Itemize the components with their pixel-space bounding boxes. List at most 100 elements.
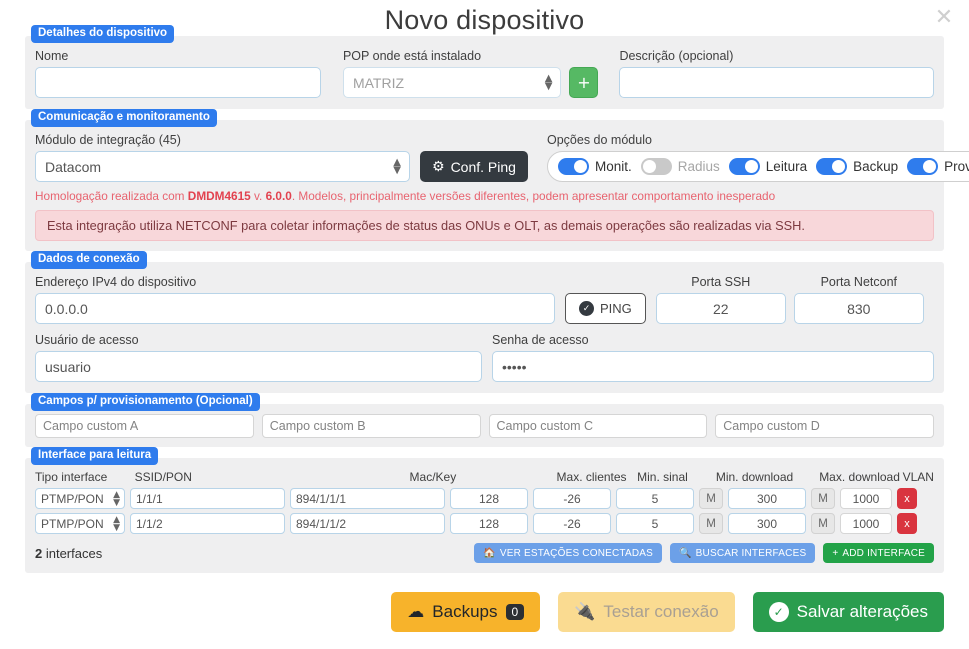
description-input[interactable] (619, 67, 934, 98)
row1-maxdownload-input[interactable] (728, 513, 806, 534)
row1-max-unit[interactable]: M (811, 513, 835, 534)
user-input[interactable] (35, 351, 482, 382)
toggle-monit-label: Monit. (595, 159, 632, 174)
ip-field-group: Endereço IPv4 do dispositivo (35, 275, 555, 324)
ping-label: PING (600, 301, 632, 316)
row1-ssid-wrap (130, 513, 285, 534)
row0-ssid-input[interactable] (130, 488, 285, 509)
custom-field-b[interactable] (261, 414, 481, 438)
row1-min-unit[interactable]: M (699, 513, 723, 534)
row0-mackey-input[interactable] (290, 488, 445, 509)
connection-section: Dados de conexão Endereço IPv4 do dispos… (25, 251, 944, 393)
row0-vlan-input[interactable] (840, 488, 892, 509)
plus-icon: + (832, 547, 839, 559)
row1-mindownload-input[interactable] (616, 513, 694, 534)
password-field-group: Senha de acesso (491, 333, 934, 382)
row0-max-unit[interactable]: M (811, 488, 835, 509)
device-details-legend: Detalhes do dispositivo (31, 25, 175, 43)
custom-field-a[interactable] (35, 414, 254, 438)
ip-label: Endereço IPv4 do dispositivo (35, 275, 197, 289)
row1-vlan-input[interactable] (840, 513, 892, 534)
row1-mackey-wrap (290, 513, 445, 534)
row0-vlan-wrap (840, 488, 892, 509)
plug-icon: 🔌 (574, 602, 596, 621)
toggle-radius-label: Radius (677, 159, 720, 174)
toggle-leitura-label: Leitura (765, 159, 808, 174)
modal-footer: ☁ Backups 0 🔌 Testar conexão ✓ Salvar al… (0, 584, 969, 632)
pop-select[interactable]: MATRIZ (342, 67, 562, 98)
row1-minsignal-input[interactable] (533, 513, 611, 534)
row1-maxclients-wrap (450, 513, 528, 534)
interfaces-count: 2 interfaces (35, 546, 102, 561)
custom-field-c[interactable] (488, 414, 708, 438)
interfaces-table-header: Tipo interface SSID/PON Mac/Key Max. cli… (35, 470, 934, 484)
conf-ping-button[interactable]: ⚙ Conf. Ping (420, 151, 528, 182)
integration-alert: Esta integração utiliza NETCONF para col… (35, 210, 934, 241)
col-header-ssid: SSID/PON (134, 470, 192, 484)
toggle-leitura[interactable] (728, 158, 760, 175)
gear-icon: ⚙ (432, 158, 445, 175)
toggle-provis[interactable] (907, 158, 939, 175)
save-button[interactable]: ✓ Salvar alterações (752, 592, 944, 632)
ssh-port-input[interactable] (655, 293, 786, 324)
name-field-group: Nome (35, 49, 321, 98)
homolog-mid: v. (250, 189, 266, 203)
module-select[interactable]: Datacom (35, 151, 410, 182)
row0-delete-button[interactable]: x (897, 488, 917, 509)
row1-type-select[interactable]: PTMP/PON (35, 513, 125, 534)
row0-maxclients-input[interactable] (450, 488, 528, 509)
view-stations-label: VER ESTAÇÕES CONECTADAS (499, 547, 654, 559)
toggle-monit[interactable] (558, 158, 589, 175)
table-row: PTMP/PON ▲▼ M M x (35, 488, 934, 509)
check-circle-icon: ✓ (579, 301, 594, 316)
row0-min-unit[interactable]: M (699, 488, 723, 509)
row1-minsignal-wrap (533, 513, 611, 534)
row0-type-select[interactable]: PTMP/PON (35, 488, 125, 509)
add-interface-button[interactable]: + ADD INTERFACE (823, 543, 934, 563)
close-icon[interactable]: ✕ (933, 7, 955, 30)
interfaces-count-word: interfaces (42, 545, 103, 561)
row1-delete-button[interactable]: x (897, 513, 917, 534)
ip-input[interactable] (35, 293, 555, 324)
row1-ssid-input[interactable] (130, 513, 285, 534)
search-icon: 🔍 (679, 547, 692, 559)
row1-mackey-input[interactable] (290, 513, 445, 534)
row1-maxclients-input[interactable] (450, 513, 528, 534)
plus-icon: + (577, 72, 591, 92)
toggle-backup-label: Backup (853, 159, 899, 174)
interfaces-footer: 2 interfaces 🏠 VER ESTAÇÕES CONECTADAS 🔍… (35, 543, 934, 563)
row0-minsignal-input[interactable] (533, 488, 611, 509)
backups-button[interactable]: ☁ Backups 0 (391, 592, 541, 632)
row0-maxdownload-input[interactable] (728, 488, 806, 509)
module-label: Módulo de integração (45) (35, 133, 181, 147)
name-label: Nome (35, 49, 69, 63)
backups-label: Backups (432, 602, 498, 621)
netconf-port-input[interactable] (793, 293, 924, 324)
search-interfaces-button[interactable]: 🔍 BUSCAR INTERFACES (670, 543, 816, 563)
toggle-backup[interactable] (816, 158, 848, 175)
row0-maxdownload-wrap (728, 488, 806, 509)
toggle-radius[interactable] (640, 158, 672, 175)
device-details-section: Detalhes do dispositivo Nome POP onde es… (25, 25, 944, 109)
password-input[interactable] (491, 351, 934, 382)
add-pop-button[interactable]: + (569, 67, 599, 98)
ping-button[interactable]: ✓ PING (565, 293, 646, 324)
row0-mindownload-input[interactable] (616, 488, 694, 509)
pop-field-group: POP onde está instalado MATRIZ ▲ ▼ + (342, 49, 599, 98)
custom-field-d[interactable] (715, 414, 934, 438)
interfaces-section: Interface para leitura Tipo interface SS… (25, 447, 944, 573)
netconf-port-group: Porta Netconf (793, 275, 924, 324)
col-header-type: Tipo interface (35, 470, 108, 484)
interfaces-legend: Interface para leitura (31, 447, 159, 465)
description-field-group: Descrição (opcional) (619, 49, 934, 98)
row0-minsignal-wrap (533, 488, 611, 509)
row0-mackey-wrap (290, 488, 445, 509)
name-input[interactable] (35, 67, 321, 98)
col-header-mindownload: Min. download (715, 470, 794, 484)
check-circle-icon: ✓ (768, 602, 789, 622)
test-connection-button[interactable]: 🔌 Testar conexão (558, 592, 735, 632)
user-label: Usuário de acesso (35, 333, 139, 347)
col-header-maxdownload: Max. download (819, 470, 900, 484)
homolog-version: 6.0.0 (265, 189, 292, 203)
view-stations-button[interactable]: 🏠 VER ESTAÇÕES CONECTADAS (474, 543, 663, 563)
